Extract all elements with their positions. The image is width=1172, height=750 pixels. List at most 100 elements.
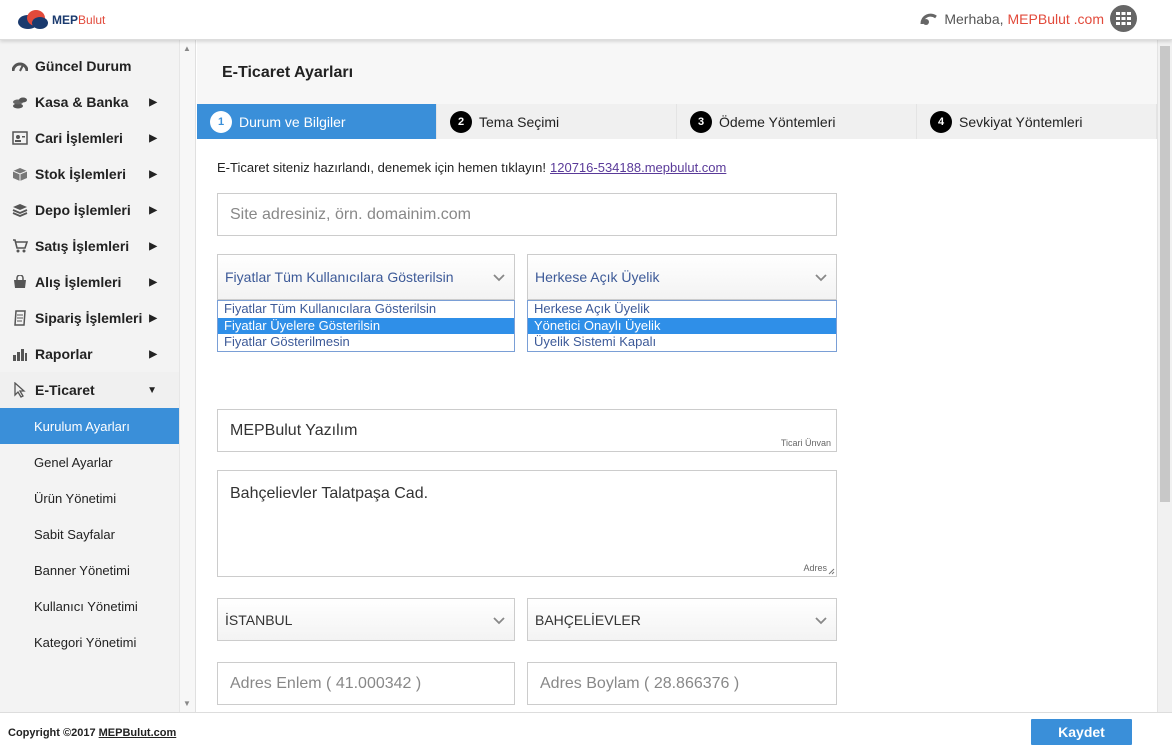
tab-odeme-yontemleri[interactable]: 3 Ödeme Yöntemleri [677,104,917,139]
price-visibility-select[interactable]: Fiyatlar Tüm Kullanıcılara Gösterilsin [217,254,515,300]
district-select[interactable]: BAHÇELİEVLER [527,598,837,641]
sidebar-item-label: Güncel Durum [35,58,132,74]
district-value: BAHÇELİEVLER [535,611,641,628]
resize-handle-icon[interactable] [828,568,835,575]
chevron-right-icon: ▶ [149,240,157,252]
scroll-up-icon[interactable]: ▲ [183,44,191,53]
sidebar-item-kasa-banka[interactable]: Kasa & Banka ▶ [0,84,179,120]
step-number: 3 [690,110,712,133]
chevron-right-icon: ▶ [149,132,157,144]
page-scrollbar[interactable] [1157,40,1172,712]
chevron-right-icon: ▶ [149,204,157,216]
scroll-down-icon[interactable]: ▼ [183,699,191,708]
tab-label: Tema Seçimi [479,113,560,130]
sidebar-item-satis-islemleri[interactable]: Satış İşlemleri ▶ [0,228,179,264]
sidebar-item-e-ticaret[interactable]: E-Ticaret ▼ [0,372,179,408]
chevron-down-icon [493,616,505,624]
tab-tema-secimi[interactable]: 2 Tema Seçimi [437,104,677,139]
sidebar-item-siparis-islemleri[interactable]: Sipariş İşlemleri ▶ [0,300,179,336]
site-link[interactable]: 120716-534188.mepbulut.com [550,160,726,175]
sidebar-scrollbar[interactable]: ▲ ▼ [179,40,195,712]
latitude-input[interactable] [218,663,514,704]
apps-button[interactable] [1110,5,1137,32]
grid-icon [1116,12,1131,25]
sidebar-subitem-urun-yonetimi[interactable]: Ürün Yönetimi [0,480,179,516]
price-option[interactable]: Fiyatlar Gösterilmesin [218,334,514,351]
bag-icon [11,274,29,290]
address-field[interactable]: Bahçelievler Talatpaşa Cad. Adres [217,470,837,577]
coins-icon [11,94,29,110]
tab-sevkiyat-yontemleri[interactable]: 4 Sevkiyat Yöntemleri [917,104,1157,139]
city-select[interactable]: İSTANBUL [217,598,515,641]
copyright-link[interactable]: MEPBulut.com [99,727,177,739]
scrollbar-thumb[interactable] [1160,46,1170,502]
tab-label: Ödeme Yöntemleri [719,113,836,130]
top-bar: MEPBulut Merhaba, MEPBulut .com [0,0,1172,40]
sidebar-item-label: E-Ticaret [35,382,95,398]
cloud-logo-icon [18,10,48,29]
membership-option-selected[interactable]: Yönetici Onaylı Üyelik [528,317,836,334]
chevron-right-icon: ▶ [149,168,157,180]
site-address-field[interactable] [217,193,837,236]
footer: Copyright ©2017 MEPBulut.com Kaydet [0,712,1172,750]
bar-chart-icon [11,346,29,362]
price-option[interactable]: Fiyatlar Tüm Kullanıcılara Gösterilsin [218,301,514,318]
copyright-text: Copyright ©2017 [8,727,96,739]
logo-text: MEPBulut [52,13,106,27]
sidebar-item-label: Stok İşlemleri [35,166,127,182]
sidebar: Güncel Durum Kasa & Banka ▶ Cari İşlemle… [0,40,196,712]
company-name-input[interactable] [218,410,836,451]
address-textarea[interactable]: Bahçelievler Talatpaşa Cad. [218,471,836,576]
page-title: E-Ticaret Ayarları [222,64,354,81]
tab-durum-ve-bilgiler[interactable]: 1 Durum ve Bilgiler [197,104,437,139]
gauge-icon [11,58,29,74]
sidebar-item-label: Satış İşlemleri [35,238,130,254]
page-header: E-Ticaret Ayarları [197,40,1157,104]
sidebar-item-guncel-durum[interactable]: Güncel Durum [0,48,179,84]
membership-options: Herkese Açık Üyelik Yönetici Onaylı Üyel… [527,300,837,352]
sidebar-subitem-kullanici-yonetimi[interactable]: Kullanıcı Yönetimi [0,588,179,624]
chevron-down-icon: ▼ [147,384,157,396]
latitude-field[interactable] [217,662,515,705]
company-name-field[interactable]: Ticari Ünvan [217,409,837,452]
price-option-selected[interactable]: Fiyatlar Üyelere Gösterilsin [218,317,514,334]
membership-option[interactable]: Herkese Açık Üyelik [528,301,836,318]
longitude-input[interactable] [528,663,836,704]
logo[interactable]: MEPBulut [16,8,105,32]
sidebar-subitem-sabit-sayfalar[interactable]: Sabit Sayfalar [0,516,179,552]
sidebar-item-cari-islemleri[interactable]: Cari İşlemleri ▶ [0,120,179,156]
save-button[interactable]: Kaydet [1031,719,1132,745]
step-tabs: 1 Durum ve Bilgiler 2 Tema Seçimi 3 Ödem… [197,104,1157,139]
price-visibility-value: Fiyatlar Tüm Kullanıcılara Gösterilsin [225,269,454,285]
chevron-right-icon: ▶ [149,348,157,360]
sidebar-subitem-kurulum-ayarlari[interactable]: Kurulum Ayarları [0,408,179,444]
address-label: Adres [803,563,827,573]
greeting-text: Merhaba, [944,11,1004,27]
membership-select[interactable]: Herkese Açık Üyelik [527,254,837,300]
price-visibility-options: Fiyatlar Tüm Kullanıcılara Gösterilsin F… [217,300,515,352]
sidebar-item-stok-islemleri[interactable]: Stok İşlemleri ▶ [0,156,179,192]
chevron-right-icon: ▶ [149,276,157,288]
site-address-input[interactable] [218,194,836,235]
longitude-field[interactable] [527,662,837,705]
sidebar-subitem-kategori-yonetimi[interactable]: Kategori Yönetimi [0,624,179,660]
stack-icon [11,202,29,218]
step-number: 4 [930,110,952,133]
sidebar-item-alis-islemleri[interactable]: Alış İşlemleri ▶ [0,264,179,300]
sidebar-item-label: Kasa & Banka [35,94,129,110]
city-value: İSTANBUL [225,611,293,628]
membership-option[interactable]: Üyelik Sistemi Kapalı [528,334,836,351]
contact-card-icon [11,130,29,146]
site-ready-notice: E-Ticaret siteniz hazırlandı, denemek iç… [217,160,726,175]
sidebar-subitem-banner-yonetimi[interactable]: Banner Yönetimi [0,552,179,588]
sidebar-item-depo-islemleri[interactable]: Depo İşlemleri ▶ [0,192,179,228]
sidebar-menu: Güncel Durum Kasa & Banka ▶ Cari İşlemle… [0,48,179,660]
sidebar-subitem-genel-ayarlar[interactable]: Genel Ayarlar [0,444,179,480]
sidebar-item-raporlar[interactable]: Raporlar ▶ [0,336,179,372]
user-brand[interactable]: MEPBulut .com [1008,11,1104,27]
greeting: Merhaba, MEPBulut .com [920,11,1104,27]
box-icon [11,166,29,182]
step-number: 2 [450,110,472,133]
sidebar-item-label: Sipariş İşlemleri [35,310,143,326]
sidebar-item-label: Alış İşlemleri [35,274,122,290]
